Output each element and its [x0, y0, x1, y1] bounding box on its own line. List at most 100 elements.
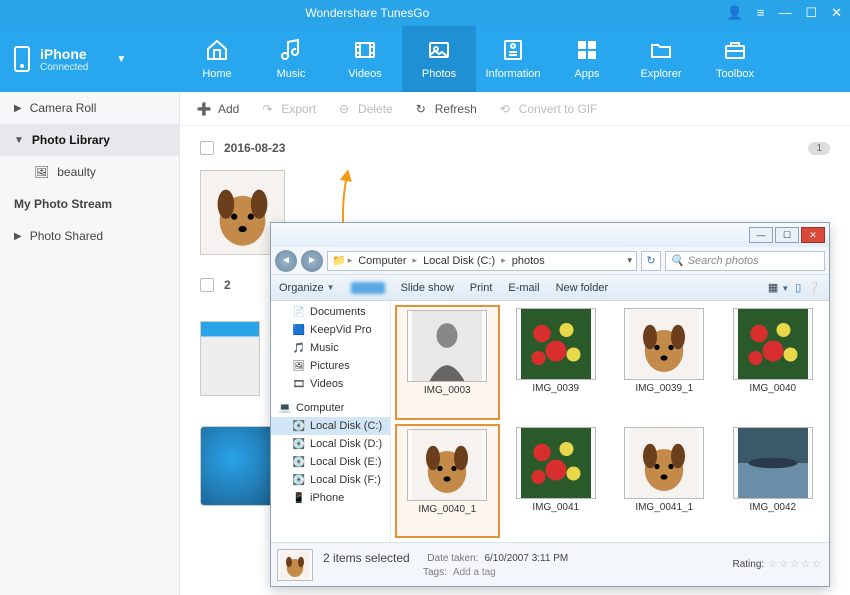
breadcrumb-item[interactable]: photos: [508, 255, 549, 267]
help-button[interactable]: ❔: [807, 281, 821, 294]
tree-music[interactable]: 🎵Music: [271, 339, 390, 357]
search-input[interactable]: 🔍 Search photos: [665, 251, 825, 271]
view-mode-button[interactable]: ▦ ▼: [768, 281, 789, 294]
explorer-status-bar: 2 items selected Date taken: 6/10/2007 3…: [271, 542, 829, 586]
menu-icon[interactable]: ≡: [757, 5, 765, 21]
tree-disk-f[interactable]: 💽Local Disk (F:): [271, 471, 390, 489]
breadcrumb[interactable]: 📁 ▸ Computer ▸ Local Disk (C:) ▸ photos …: [327, 251, 637, 271]
email-button[interactable]: E-mail: [508, 282, 539, 294]
videos-icon: [351, 38, 379, 62]
date-section-1[interactable]: 2016-08-23 1: [180, 132, 850, 164]
phone-icon: 📱: [293, 492, 305, 504]
file-item[interactable]: IMG_0041_1: [612, 424, 717, 539]
nav-apps[interactable]: Apps: [550, 26, 624, 92]
checkbox[interactable]: [200, 141, 214, 155]
device-name: iPhone: [40, 46, 88, 62]
folder-icon: 📄: [293, 306, 305, 318]
minimize-icon[interactable]: —: [778, 5, 791, 21]
close-button[interactable]: ✕: [801, 227, 825, 243]
print-button[interactable]: Print: [470, 282, 493, 294]
delete-button[interactable]: ⊖Delete: [336, 101, 393, 117]
tree-computer[interactable]: 💻Computer: [271, 399, 390, 417]
forward-button[interactable]: ►: [301, 250, 323, 272]
export-icon: ↷: [259, 101, 275, 117]
tree-iphone[interactable]: 📱iPhone: [271, 489, 390, 507]
count-badge: 1: [808, 142, 830, 155]
nav-home[interactable]: Home: [180, 26, 254, 92]
file-thumb: [733, 427, 813, 499]
file-name: IMG_0039: [532, 383, 579, 394]
file-thumb: [407, 310, 487, 382]
photo-thumb[interactable]: [200, 321, 260, 396]
app-title: Wondershare TunesGo: [8, 6, 727, 20]
file-item[interactable]: IMG_0041: [504, 424, 609, 539]
nav-photos[interactable]: Photos: [402, 26, 476, 92]
chevron-right-icon: ▶: [14, 231, 22, 242]
nav-music[interactable]: Music: [254, 26, 328, 92]
apps-icon: [573, 38, 601, 62]
file-explorer-window: — ☐ ✕ ◄ ► 📁 ▸ Computer ▸ Local Disk (C:)…: [270, 222, 830, 587]
file-item[interactable]: IMG_0042: [721, 424, 826, 539]
tags-input[interactable]: Add a tag: [453, 567, 496, 578]
back-button[interactable]: ◄: [275, 250, 297, 272]
add-button[interactable]: ➕Add: [196, 101, 239, 117]
nav-explorer[interactable]: Explorer: [624, 26, 698, 92]
organize-menu[interactable]: Organize▼: [279, 282, 335, 294]
image-icon: 🖼: [34, 165, 49, 179]
sidebar-album-beaulty[interactable]: 🖼beaulty: [0, 156, 179, 188]
tree-pictures[interactable]: 🖼Pictures: [271, 357, 390, 375]
file-item[interactable]: IMG_0040: [721, 305, 826, 420]
minimize-button[interactable]: —: [749, 227, 773, 243]
tree-documents[interactable]: 📄Documents: [271, 303, 390, 321]
new-folder-button[interactable]: New folder: [556, 282, 609, 294]
maximize-icon[interactable]: ☐: [805, 5, 817, 21]
preview-pane-button[interactable]: ▯: [795, 281, 801, 294]
tree-disk-d[interactable]: 💽Local Disk (D:): [271, 435, 390, 453]
user-icon[interactable]: 👤: [727, 5, 743, 21]
status-thumb: [277, 549, 313, 581]
nav-information[interactable]: Information: [476, 26, 550, 92]
explorer-titlebar[interactable]: — ☐ ✕: [271, 223, 829, 247]
explorer-icon: [647, 38, 675, 62]
tree-disk-e[interactable]: 💽Local Disk (E:): [271, 453, 390, 471]
sidebar-photo-shared[interactable]: ▶Photo Shared: [0, 220, 179, 252]
file-thumb: [516, 427, 596, 499]
file-item[interactable]: IMG_0040_1: [395, 424, 500, 539]
disk-icon: 💽: [293, 474, 305, 486]
blurred-item[interactable]: xxxx: [351, 282, 385, 294]
refresh-button[interactable]: ↻Refresh: [413, 101, 477, 117]
tree-disk-c[interactable]: 💽Local Disk (C:): [271, 417, 390, 435]
photo-thumb[interactable]: [200, 426, 280, 506]
close-icon[interactable]: ✕: [831, 5, 842, 21]
tree-videos[interactable]: 🎞Videos: [271, 375, 390, 393]
slideshow-button[interactable]: Slide show: [401, 282, 454, 294]
explorer-command-bar: Organize▼ xxxx Slide show Print E-mail N…: [271, 275, 829, 301]
convert-gif-button[interactable]: ⟲Convert to GIF: [497, 101, 598, 117]
rating-stars[interactable]: ☆☆☆☆☆: [768, 559, 823, 570]
export-button[interactable]: ↷Export: [259, 101, 316, 117]
plus-icon: ➕: [196, 101, 212, 117]
file-item[interactable]: IMG_0039_1: [612, 305, 717, 420]
breadcrumb-item[interactable]: Computer: [354, 255, 410, 267]
nav-toolbox[interactable]: Toolbox: [698, 26, 772, 92]
disk-icon: 💽: [293, 438, 305, 450]
music-icon: 🎵: [293, 342, 305, 354]
file-item[interactable]: IMG_0039: [504, 305, 609, 420]
refresh-button[interactable]: ↻: [641, 251, 661, 271]
breadcrumb-item[interactable]: Local Disk (C:): [419, 255, 499, 267]
sidebar-my-photo-stream[interactable]: My Photo Stream: [0, 188, 179, 220]
file-thumb: [516, 308, 596, 380]
device-selector[interactable]: iPhone Connected ▼: [0, 26, 180, 92]
sidebar-photo-library[interactable]: ▼Photo Library: [0, 124, 179, 156]
maximize-button[interactable]: ☐: [775, 227, 799, 243]
phone-icon: [14, 46, 30, 72]
sidebar-camera-roll[interactable]: ▶Camera Roll: [0, 92, 179, 124]
home-icon: [203, 38, 231, 62]
nav-videos[interactable]: Videos: [328, 26, 402, 92]
explorer-files[interactable]: IMG_0003IMG_0039IMG_0039_1IMG_0040IMG_00…: [391, 301, 829, 542]
file-item[interactable]: IMG_0003: [395, 305, 500, 420]
chevron-down-icon[interactable]: ▾: [627, 255, 632, 266]
tree-keepvid[interactable]: 🟦KeepVid Pro: [271, 321, 390, 339]
checkbox[interactable]: [200, 278, 214, 292]
file-name: IMG_0039_1: [635, 383, 693, 394]
